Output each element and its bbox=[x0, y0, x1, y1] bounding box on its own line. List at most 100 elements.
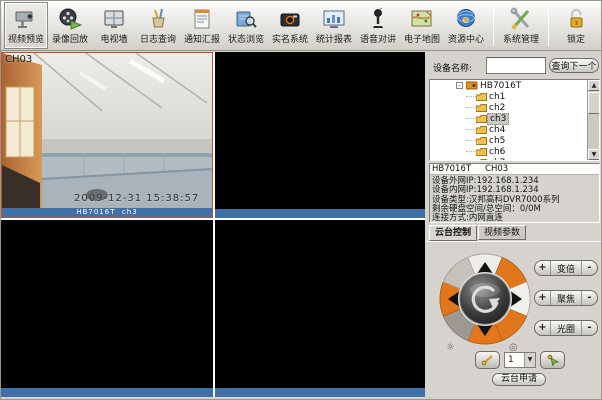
zoom-label: 变倍 bbox=[551, 262, 581, 275]
toolbar-item-label: 录像回放 bbox=[52, 34, 88, 46]
toolbar-item-label: 锁定 bbox=[567, 34, 585, 46]
tree-item-ch4[interactable]: ch4 bbox=[430, 124, 588, 135]
toolbar-item-playback[interactable]: 录像回放 bbox=[48, 2, 92, 49]
iris-minus-button[interactable]: - bbox=[581, 321, 597, 335]
video-cell-empty-4[interactable] bbox=[215, 220, 425, 397]
toolbar-item-label: 通知汇报 bbox=[184, 34, 220, 46]
tab-video-params[interactable]: 视频参数 bbox=[478, 225, 526, 240]
folder-icon bbox=[476, 148, 487, 156]
microphone-icon bbox=[365, 4, 391, 34]
ptz-direction-pad[interactable] bbox=[439, 253, 531, 345]
folder-magnifier-icon bbox=[233, 4, 259, 34]
cctv-client-window: 视频预览 录像回放 电视墙 日志查询 通知汇报 bbox=[0, 0, 602, 400]
toolbar-item-label: 状态浏览 bbox=[228, 34, 264, 46]
video-cell-ch03[interactable]: CH03 2009-12-31 15:38:57 HB7016T ch3 bbox=[1, 52, 213, 218]
preset-number-select[interactable]: 1 ▼ bbox=[504, 352, 536, 368]
channel-label: CH03 bbox=[5, 54, 32, 65]
video-timestamp: 2009-12-31 15:38:57 bbox=[74, 193, 199, 204]
control-tabs: 云台控制 视频参数 bbox=[429, 225, 527, 241]
iris-control: + 光圈 - bbox=[534, 320, 598, 336]
preset-row: 1 ▼ bbox=[475, 350, 565, 369]
toolbar-item-emap[interactable]: 电子地图 bbox=[400, 2, 444, 49]
pencil-cup-icon bbox=[145, 4, 171, 34]
video-status-bar: HB7016T ch3 bbox=[2, 208, 212, 217]
dropdown-arrow-icon[interactable]: ▼ bbox=[524, 353, 535, 367]
svg-text:e: e bbox=[462, 13, 469, 26]
scroll-down-icon[interactable]: ▼ bbox=[588, 149, 600, 160]
toolbar-separator bbox=[493, 4, 494, 46]
device-panel: 设备名称: 查询下一个 - HB7016T ch1 ch2 bbox=[426, 52, 602, 400]
toolbar-item-label: 电子地图 bbox=[404, 34, 440, 46]
ptz-control-panel: ☼ ◎ + 变倍 - + 聚焦 - + 光圈 - bbox=[426, 241, 602, 400]
tree-item-ch1[interactable]: ch1 bbox=[430, 91, 588, 102]
toolbar-item-status-browse[interactable]: 状态浏览 bbox=[224, 2, 268, 49]
tree-item-ch6[interactable]: ch6 bbox=[430, 146, 588, 157]
folder-icon bbox=[476, 93, 487, 101]
scroll-thumb[interactable] bbox=[588, 92, 600, 114]
pen-icon bbox=[481, 354, 495, 366]
live-video-frame bbox=[2, 53, 213, 209]
tree-item-ch7[interactable]: ch7 bbox=[430, 157, 588, 161]
toolbar-item-label: 资源中心 bbox=[448, 34, 484, 46]
focus-plus-button[interactable]: + bbox=[535, 291, 551, 305]
video-cell-empty-3[interactable] bbox=[1, 220, 213, 397]
video-status-bar bbox=[1, 388, 213, 397]
ptz-apply-button[interactable]: 云台申请 bbox=[492, 373, 546, 386]
scroll-up-icon[interactable]: ▲ bbox=[588, 80, 600, 91]
focus-label: 聚焦 bbox=[551, 292, 581, 305]
notepad-icon bbox=[189, 4, 215, 34]
tools-icon bbox=[508, 4, 534, 34]
zoom-control: + 变倍 - bbox=[534, 260, 598, 276]
tree-item-ch2[interactable]: ch2 bbox=[430, 102, 588, 113]
status-channel: ch3 bbox=[122, 208, 138, 216]
device-name-input[interactable] bbox=[486, 57, 546, 74]
tree-item-ch5[interactable]: ch5 bbox=[430, 135, 588, 146]
zoom-minus-button[interactable]: - bbox=[581, 261, 597, 275]
toolbar-item-label: 日志查询 bbox=[140, 34, 176, 46]
video-cell-empty-2[interactable] bbox=[215, 52, 425, 218]
toolbar-item-label: 系统管理 bbox=[503, 34, 539, 46]
toolbar-item-label: 语音对讲 bbox=[360, 34, 396, 46]
goto-arrow-icon bbox=[546, 354, 560, 366]
map-icon bbox=[409, 4, 435, 34]
video-grid: CH03 2009-12-31 15:38:57 HB7016T ch3 bbox=[1, 52, 425, 397]
toolbar-item-notice-report[interactable]: 通知汇报 bbox=[180, 2, 224, 49]
photo-camera-icon bbox=[277, 4, 303, 34]
zoom-plus-button[interactable]: + bbox=[535, 261, 551, 275]
toolbar-item-label: 实名系统 bbox=[272, 34, 308, 46]
tree-collapse-icon[interactable]: - bbox=[456, 82, 463, 89]
device-info-box: HB7016T CH03 设备外网IP:192.168.1.234 设备内网IP… bbox=[429, 163, 600, 223]
tree-scrollbar[interactable]: ▲ ▼ bbox=[587, 80, 599, 160]
tree-connector bbox=[466, 107, 476, 108]
light-control-icon[interactable]: ☼ bbox=[446, 342, 455, 353]
tab-ptz-control[interactable]: 云台控制 bbox=[429, 225, 477, 241]
find-next-button[interactable]: 查询下一个 bbox=[549, 58, 599, 73]
folder-icon bbox=[476, 159, 487, 162]
set-preset-button[interactable] bbox=[475, 351, 500, 369]
ptz-auto-pan-button[interactable] bbox=[460, 274, 510, 324]
toolbar-item-log-query[interactable]: 日志查询 bbox=[136, 2, 180, 49]
toolbar-item-statistics[interactable]: 统计报表 bbox=[312, 2, 356, 49]
toolbar-item-voice-intercom[interactable]: 语音对讲 bbox=[356, 2, 400, 49]
tree-item-ch3-selected[interactable]: ch3 bbox=[430, 113, 588, 124]
status-device: HB7016T bbox=[76, 208, 115, 216]
tree-root-device[interactable]: - HB7016T bbox=[430, 80, 588, 91]
iris-plus-button[interactable]: + bbox=[535, 321, 551, 335]
focus-minus-button[interactable]: - bbox=[581, 291, 597, 305]
toolbar-separator bbox=[548, 4, 549, 46]
folder-icon bbox=[476, 126, 487, 134]
toolbar-item-lock[interactable]: 锁定 bbox=[554, 2, 598, 49]
call-preset-button[interactable] bbox=[540, 351, 565, 369]
focus-control: + 聚焦 - bbox=[534, 290, 598, 306]
globe-browser-icon: e bbox=[453, 4, 479, 34]
toolbar-item-label: 统计报表 bbox=[316, 34, 352, 46]
tree-connector bbox=[466, 96, 476, 97]
toolbar-item-realname-system[interactable]: 实名系统 bbox=[268, 2, 312, 49]
main-toolbar: 视频预览 录像回放 电视墙 日志查询 通知汇报 bbox=[1, 1, 602, 51]
toolbar-item-system-manage[interactable]: 系统管理 bbox=[499, 2, 543, 49]
film-reel-icon bbox=[57, 4, 83, 34]
toolbar-item-resource-center[interactable]: e 资源中心 bbox=[444, 2, 488, 49]
folder-icon bbox=[476, 137, 487, 145]
toolbar-item-video-preview[interactable]: 视频预览 bbox=[4, 2, 48, 49]
toolbar-item-tv-wall[interactable]: 电视墙 bbox=[92, 2, 136, 49]
